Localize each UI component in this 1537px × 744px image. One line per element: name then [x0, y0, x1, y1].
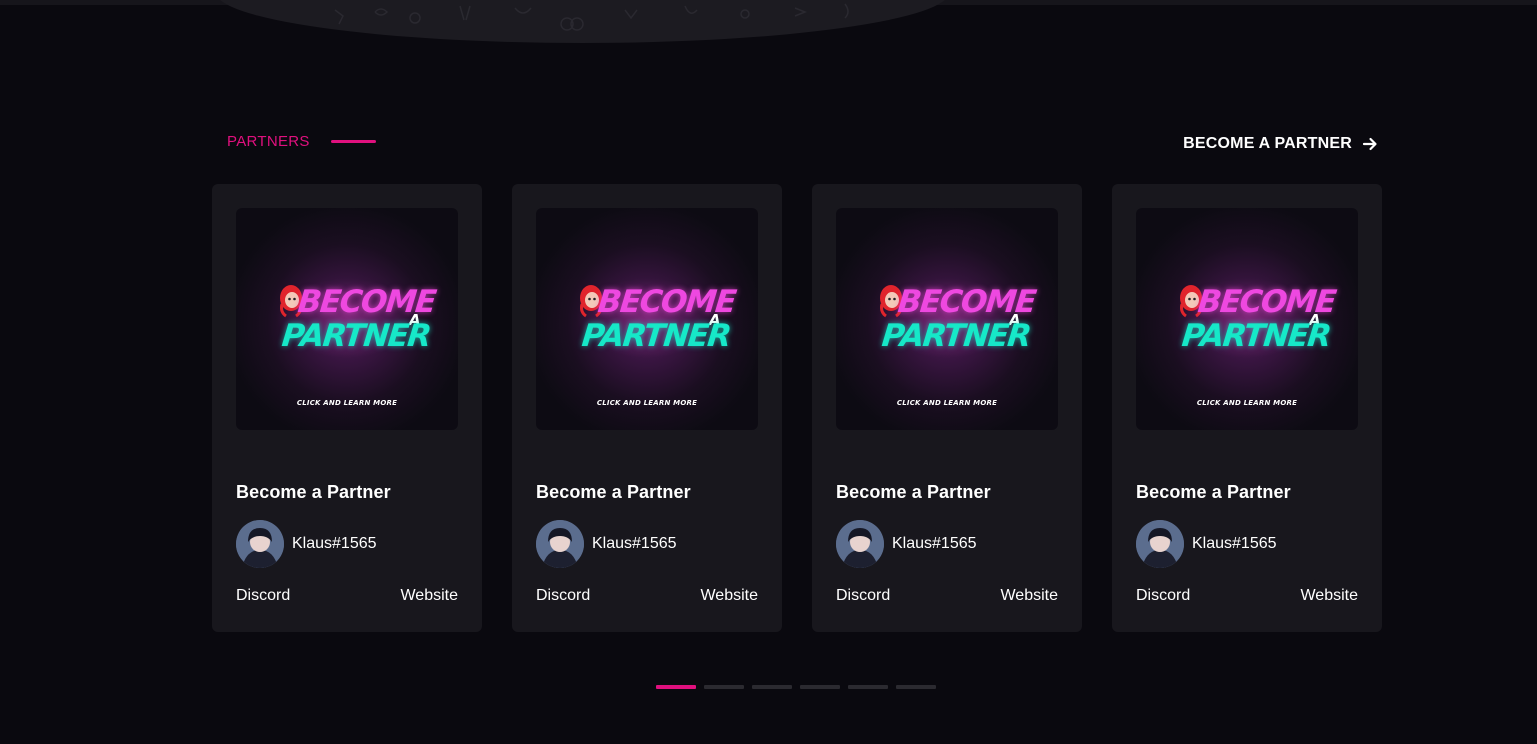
- image-text-partner: PARTNER: [280, 318, 432, 354]
- section-underline: [330, 140, 376, 143]
- website-link[interactable]: Website: [400, 587, 458, 605]
- website-link[interactable]: Website: [1300, 587, 1358, 605]
- partner-card: BECOME A PARTNER CLICK AND LEARN MORE Be…: [812, 184, 1082, 632]
- avatar: [1136, 520, 1184, 568]
- author-name[interactable]: Klaus#1565: [292, 535, 377, 553]
- partner-image[interactable]: BECOME A PARTNER CLICK AND LEARN MORE: [236, 208, 458, 430]
- card-author: Klaus#1565: [836, 520, 1058, 568]
- become-partner-link[interactable]: BECOME A PARTNER: [1183, 135, 1378, 153]
- section-header: PARTNERS: [227, 133, 376, 150]
- avatar: [536, 520, 584, 568]
- pagination-dot[interactable]: [704, 685, 744, 689]
- image-text-partner: PARTNER: [580, 318, 732, 354]
- partner-card: BECOME A PARTNER CLICK AND LEARN MORE Be…: [212, 184, 482, 632]
- card-links: Discord Website: [836, 587, 1058, 605]
- image-caption: CLICK AND LEARN MORE: [296, 399, 398, 407]
- card-author: Klaus#1565: [536, 520, 758, 568]
- image-text-partner: PARTNER: [1180, 318, 1332, 354]
- pagination-dot[interactable]: [896, 685, 936, 689]
- author-name[interactable]: Klaus#1565: [592, 535, 677, 553]
- avatar: [836, 520, 884, 568]
- partner-image[interactable]: BECOME A PARTNER CLICK AND LEARN MORE: [536, 208, 758, 430]
- pagination-dot[interactable]: [752, 685, 792, 689]
- partner-cards: BECOME A PARTNER CLICK AND LEARN MORE Be…: [212, 184, 1382, 632]
- card-author: Klaus#1565: [1136, 520, 1358, 568]
- discord-link[interactable]: Discord: [536, 587, 590, 605]
- become-partner-label: BECOME A PARTNER: [1183, 135, 1352, 152]
- card-title: Become a Partner: [536, 482, 691, 502]
- author-name[interactable]: Klaus#1565: [892, 535, 977, 553]
- section-label: PARTNERS: [227, 133, 310, 150]
- discord-link[interactable]: Discord: [1136, 587, 1190, 605]
- pagination-dot[interactable]: [800, 685, 840, 689]
- pagination-dot[interactable]: [848, 685, 888, 689]
- partner-card: BECOME A PARTNER CLICK AND LEARN MORE Be…: [1112, 184, 1382, 632]
- card-title: Become a Partner: [836, 482, 991, 502]
- discord-link[interactable]: Discord: [836, 587, 890, 605]
- avatar: [236, 520, 284, 568]
- image-caption: CLICK AND LEARN MORE: [1196, 399, 1298, 407]
- card-links: Discord Website: [236, 587, 458, 605]
- card-links: Discord Website: [1136, 587, 1358, 605]
- author-name[interactable]: Klaus#1565: [1192, 535, 1277, 553]
- website-link[interactable]: Website: [700, 587, 758, 605]
- website-link[interactable]: Website: [1000, 587, 1058, 605]
- image-text-partner: PARTNER: [880, 318, 1032, 354]
- discord-link[interactable]: Discord: [236, 587, 290, 605]
- decorative-curve: [215, 0, 950, 43]
- carousel-pagination: [656, 685, 936, 689]
- image-caption: CLICK AND LEARN MORE: [596, 399, 698, 407]
- page: PARTNERS BECOME A PARTNER BECOME A PARTN…: [0, 0, 1537, 744]
- partner-image[interactable]: BECOME A PARTNER CLICK AND LEARN MORE: [836, 208, 1058, 430]
- image-caption: CLICK AND LEARN MORE: [896, 399, 998, 407]
- partner-image[interactable]: BECOME A PARTNER CLICK AND LEARN MORE: [1136, 208, 1358, 430]
- card-title: Become a Partner: [236, 482, 391, 502]
- card-author: Klaus#1565: [236, 520, 458, 568]
- card-title: Become a Partner: [1136, 482, 1291, 502]
- pagination-dot[interactable]: [656, 685, 696, 689]
- arrow-right-icon: [1362, 136, 1378, 152]
- partner-card: BECOME A PARTNER CLICK AND LEARN MORE Be…: [512, 184, 782, 632]
- card-links: Discord Website: [536, 587, 758, 605]
